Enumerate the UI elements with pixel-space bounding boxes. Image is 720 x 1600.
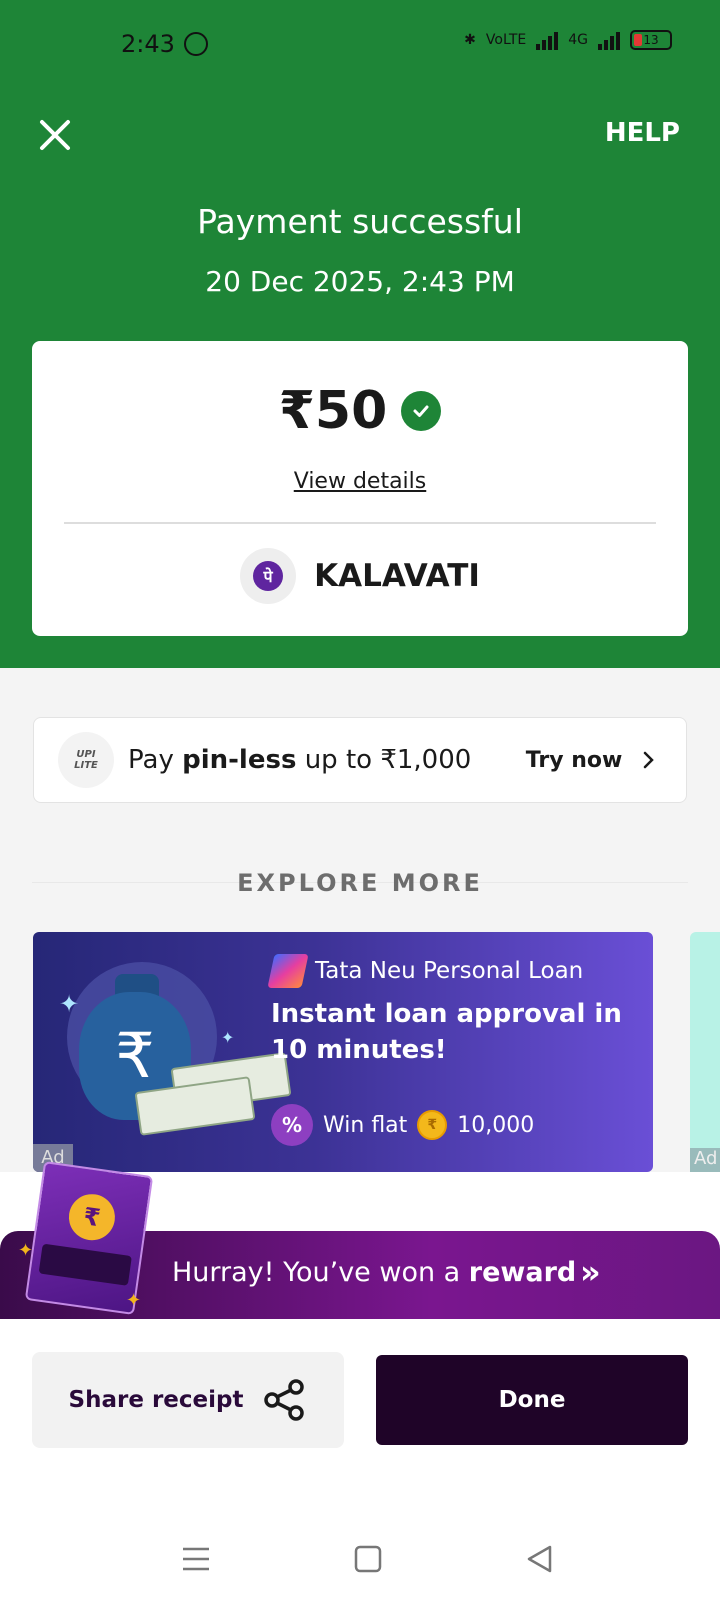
upi-logo-sub: LITE: [74, 760, 98, 771]
ad-label-next: Ad: [690, 1148, 720, 1172]
status-bar: 2:43 ✱ VoLTE 4G 13: [0, 0, 720, 90]
check-icon: [401, 391, 442, 431]
sparkle-icon-4: ✦: [126, 1290, 142, 1311]
merchant-name: KALAVATI: [314, 558, 480, 594]
menu-icon[interactable]: [180, 1544, 212, 1574]
help-button[interactable]: HELP: [605, 118, 680, 148]
share-receipt-button[interactable]: Share receipt: [32, 1352, 344, 1448]
ad-offer: % Win flat ₹ 10,000: [271, 1104, 534, 1146]
coin-logo-icon: ₹: [65, 1191, 118, 1244]
ad-brand-name: Tata Neu Personal Loan: [315, 958, 584, 984]
battery-icon: 13: [630, 30, 672, 50]
coin-icon: ₹: [417, 1110, 448, 1140]
sparkle-icon-2: ✦: [221, 1028, 235, 1047]
ad-win-amount: 10,000: [457, 1112, 535, 1138]
reward-text: Hurray! You’ve won a reward: [172, 1257, 576, 1288]
payment-datetime: 20 Dec 2025, 2:43 PM: [205, 265, 515, 298]
reward-text-bold: reward: [468, 1257, 577, 1288]
whatsapp-icon: [184, 32, 208, 56]
upi-lite-text: Pay pin-less up to ₹1,000: [128, 745, 471, 775]
upi-logo-text: UPI: [76, 749, 96, 760]
network-type: 4G: [568, 32, 588, 48]
reward-text-prefix: Hurray! You’ve won a: [172, 1257, 469, 1288]
sparkle-icon: ✦: [59, 990, 80, 1018]
close-icon[interactable]: [36, 116, 74, 154]
share-icon: [264, 1379, 305, 1421]
divider: [64, 522, 656, 524]
status-time: 2:43: [121, 30, 175, 58]
double-chevron-icon: »: [580, 1253, 601, 1291]
ad-card-next[interactable]: [690, 932, 720, 1172]
merchant-row: पे KALAVATI: [32, 548, 688, 604]
upi-text-suffix: up to ₹1,000: [296, 745, 472, 775]
payment-status-title: Payment successful: [197, 202, 523, 241]
bluetooth-icon: ✱: [464, 32, 476, 48]
done-button[interactable]: Done: [376, 1355, 688, 1445]
upi-lite-logo: UPI LITE: [58, 732, 114, 788]
tata-neu-logo: [267, 954, 309, 988]
ad-headline: Instant loan approval in 10 minutes!: [271, 999, 622, 1065]
merchant-avatar: पे: [240, 548, 297, 604]
signal-icon: [536, 30, 559, 50]
try-now-label: Try now: [525, 748, 623, 773]
home-icon[interactable]: [352, 1544, 384, 1574]
ad-card-tata-neu[interactable]: ₹ ✦ ✦ Tata Neu Personal Loan Instant loa…: [33, 932, 653, 1172]
chevron-right-icon: [643, 751, 654, 769]
system-nav-bar: [0, 1510, 720, 1600]
explore-more-heading: EXPLORE MORE: [237, 869, 483, 897]
upi-lite-banner[interactable]: UPI LITE Pay pin-less up to ₹1,000 Try n…: [33, 717, 687, 803]
try-now-button[interactable]: Try now: [526, 748, 656, 773]
payment-summary-card: ₹50 View details पे KALAVATI: [32, 341, 688, 636]
view-details-link[interactable]: View details: [32, 469, 688, 494]
scratch-area: [38, 1243, 132, 1286]
payment-amount: ₹50: [278, 381, 388, 441]
sparkle-icon-3: ✦: [18, 1240, 34, 1261]
phonepe-logo-icon: पे: [253, 561, 284, 591]
discount-badge-icon: %: [271, 1104, 313, 1146]
back-icon[interactable]: [524, 1544, 556, 1574]
share-receipt-label: Share receipt: [68, 1387, 244, 1413]
signal-icon-2: [598, 30, 620, 50]
upi-text-prefix: Pay: [128, 745, 183, 775]
volte-label: VoLTE: [485, 32, 527, 48]
battery-level: 13: [643, 33, 659, 47]
ad-win-prefix: Win flat: [323, 1112, 408, 1138]
upi-text-bold: pin-less: [182, 745, 297, 775]
ad-brand: Tata Neu Personal Loan: [267, 954, 584, 988]
amount-row: ₹50: [32, 381, 688, 441]
status-icons: ✱ VoLTE 4G 13: [464, 30, 672, 50]
